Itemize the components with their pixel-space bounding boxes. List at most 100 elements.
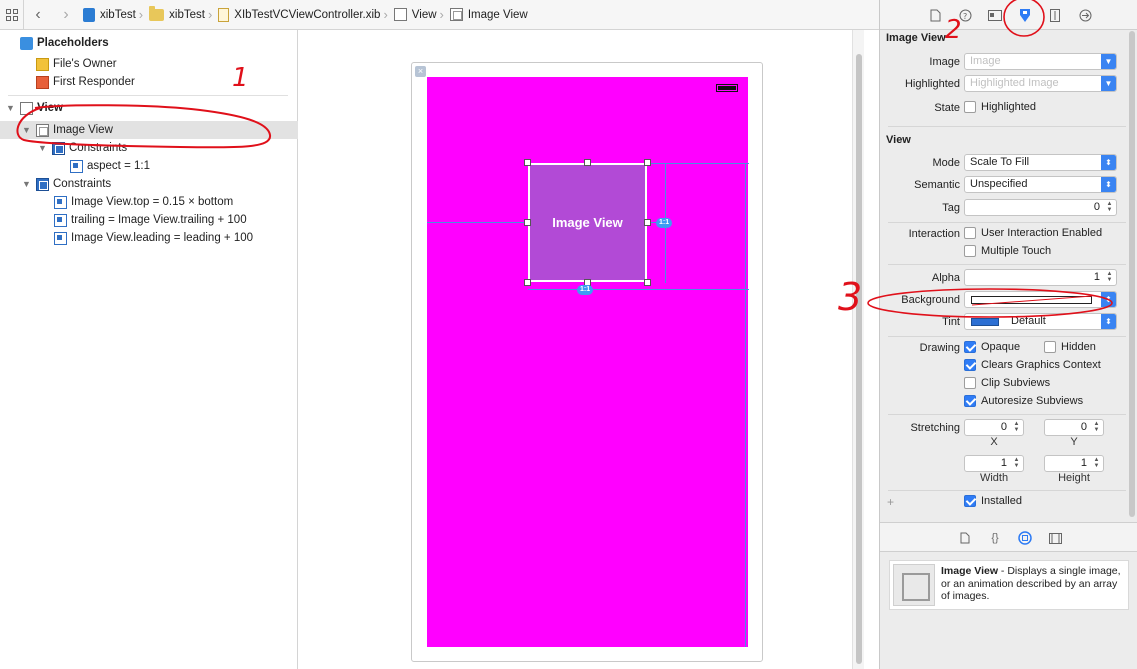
stretch-width-field[interactable]: 1 ▲ ▼: [964, 455, 1024, 472]
outline-view[interactable]: ▼ View: [6, 99, 63, 117]
hidden-checkbox[interactable]: Hidden: [1044, 341, 1096, 353]
top-constraint-line[interactable]: [745, 163, 746, 647]
breadcrumb-group[interactable]: xibTest: [169, 9, 205, 21]
breadcrumb-view[interactable]: View: [412, 9, 437, 21]
resize-handle[interactable]: [644, 159, 651, 166]
related-items-icon[interactable]: [0, 0, 24, 30]
checkbox[interactable]: [964, 495, 976, 507]
installed-checkbox[interactable]: Installed: [964, 495, 1022, 507]
identity-inspector-icon[interactable]: [987, 7, 1003, 23]
scene-frame[interactable]: × Image View 1:1 1:1: [411, 62, 763, 662]
stepper-icon[interactable]: ▲ ▼: [1012, 457, 1021, 470]
outline-files-owner[interactable]: File's Owner: [36, 55, 117, 73]
stretch-x-field[interactable]: 0 ▲ ▼: [964, 419, 1024, 436]
connections-inspector-icon[interactable]: [1077, 7, 1093, 23]
checkbox[interactable]: [964, 101, 976, 113]
outline-view-constraints[interactable]: ▼ Constraints: [22, 175, 111, 193]
highlighted-image-combo-field[interactable]: Highlighted Image ▼: [964, 75, 1117, 92]
breadcrumb-image-view[interactable]: Image View: [468, 9, 528, 21]
outline-placeholders[interactable]: Placeholders: [20, 34, 109, 52]
media-library-icon[interactable]: [1048, 531, 1062, 545]
chevron-updown-icon[interactable]: ⬍: [1101, 314, 1116, 329]
resize-handle[interactable]: [524, 159, 531, 166]
opaque-checkbox[interactable]: Opaque: [964, 341, 1020, 353]
quick-help-icon[interactable]: ?: [957, 7, 973, 23]
semantic-popup[interactable]: Unspecified ⬍: [964, 176, 1117, 193]
outline-first-responder[interactable]: First Responder: [36, 73, 135, 91]
chevron-updown-icon[interactable]: ⬍: [1101, 292, 1116, 307]
alpha-label: Alpha: [931, 272, 960, 284]
outline-constraint-leading[interactable]: Image View.leading = leading + 100: [54, 229, 253, 247]
interface-builder-canvas[interactable]: × Image View 1:1 1:1: [299, 30, 864, 669]
inspector-scrollbar[interactable]: [1127, 31, 1137, 521]
breadcrumb-file[interactable]: XIbTestVCViewController.xib: [234, 9, 380, 21]
outline-constraint-trailing[interactable]: trailing = Image View.trailing + 100: [54, 211, 247, 229]
image-view[interactable]: Image View: [528, 163, 647, 282]
add-variation-button[interactable]: +: [887, 495, 894, 509]
aspect-ratio-badge[interactable]: 1:1: [577, 285, 594, 295]
checkbox[interactable]: [964, 245, 976, 257]
outline-image-view[interactable]: ▼ Image View: [22, 121, 113, 139]
breadcrumb-project[interactable]: xibTest: [100, 9, 136, 21]
checkbox[interactable]: [1044, 341, 1056, 353]
back-arrow-icon[interactable]: ‹: [24, 0, 52, 30]
close-icon[interactable]: ×: [415, 66, 426, 77]
tint-value: Default: [1011, 315, 1046, 327]
stepper-icon[interactable]: ▲ ▼: [1012, 421, 1021, 434]
clip-subviews-checkbox[interactable]: Clip Subviews: [964, 377, 1050, 389]
stepper-icon[interactable]: ▲ ▼: [1092, 421, 1101, 434]
stepper-icon[interactable]: ▲ ▼: [1105, 271, 1114, 284]
stepper-icon[interactable]: ▲ ▼: [1105, 201, 1114, 214]
resize-handle[interactable]: [524, 219, 531, 226]
attributes-inspector-icon[interactable]: [1017, 7, 1033, 23]
stretch-height-field[interactable]: 1 ▲ ▼: [1044, 455, 1104, 472]
resize-handle[interactable]: [584, 159, 591, 166]
disclosure-triangle-icon[interactable]: ▼: [38, 143, 48, 153]
image-combo-field[interactable]: Image ▼: [964, 53, 1117, 70]
disclosure-triangle-icon[interactable]: ▼: [6, 103, 16, 113]
leading-constraint-line[interactable]: [427, 222, 528, 223]
chevron-updown-icon[interactable]: ⬍: [1101, 177, 1116, 192]
stepper-icon[interactable]: ▲ ▼: [1092, 457, 1101, 470]
state-highlighted-checkbox[interactable]: Highlighted: [964, 101, 1036, 113]
autoresize-subviews-checkbox[interactable]: Autoresize Subviews: [964, 395, 1083, 407]
chevron-down-icon[interactable]: ▼: [1101, 54, 1116, 69]
checkbox[interactable]: [964, 395, 976, 407]
disclosure-triangle-icon[interactable]: ▼: [22, 179, 32, 189]
tag-field[interactable]: 0 ▲ ▼: [964, 199, 1117, 216]
canvas-scrollbar[interactable]: [852, 30, 864, 669]
root-view[interactable]: Image View 1:1 1:1: [427, 77, 749, 647]
outline-constraint-top[interactable]: Image View.top = 0.15 × bottom: [54, 193, 233, 211]
checkbox[interactable]: [964, 341, 976, 353]
tint-color-well[interactable]: Default ⬍: [964, 313, 1117, 330]
alpha-field[interactable]: 1 ▲ ▼: [964, 269, 1117, 286]
user-interaction-checkbox[interactable]: User Interaction Enabled: [964, 227, 1102, 239]
file-inspector-icon[interactable]: [927, 7, 943, 23]
background-color-well[interactable]: ⬍: [964, 291, 1117, 308]
clears-graphics-checkbox[interactable]: Clears Graphics Context: [964, 359, 1101, 371]
section-divider: [888, 222, 1126, 223]
code-snippet-library-icon[interactable]: {}: [988, 531, 1002, 545]
checkbox[interactable]: [964, 359, 976, 371]
chevron-updown-icon[interactable]: ⬍: [1101, 155, 1116, 170]
outline-image-view-constraints[interactable]: ▼ Constraints: [38, 139, 127, 157]
checkbox[interactable]: [964, 377, 976, 389]
file-template-library-icon[interactable]: [958, 531, 972, 545]
disclosure-triangle-icon[interactable]: ▼: [22, 125, 32, 135]
size-inspector-icon[interactable]: [1047, 7, 1063, 23]
semantic-value: Unspecified: [970, 178, 1028, 190]
stretch-y-field[interactable]: 0 ▲ ▼: [1044, 419, 1104, 436]
resize-handle[interactable]: [524, 279, 531, 286]
aspect-ratio-badge[interactable]: 1:1: [656, 218, 673, 228]
chevron-down-icon[interactable]: ▼: [1101, 76, 1116, 91]
multiple-touch-checkbox[interactable]: Multiple Touch: [964, 245, 1051, 257]
checkbox[interactable]: [964, 227, 976, 239]
object-library-icon[interactable]: [1018, 531, 1032, 545]
breadcrumb-separator: ›: [138, 7, 144, 22]
outline-aspect-constraint[interactable]: aspect = 1:1: [70, 157, 150, 175]
resize-handle[interactable]: [644, 279, 651, 286]
forward-arrow-icon[interactable]: ›: [52, 0, 80, 30]
library-item-image-view[interactable]: Image View - Displays a single image, or…: [889, 560, 1129, 610]
mode-popup[interactable]: Scale To Fill ⬍: [964, 154, 1117, 171]
resize-handle[interactable]: [644, 219, 651, 226]
